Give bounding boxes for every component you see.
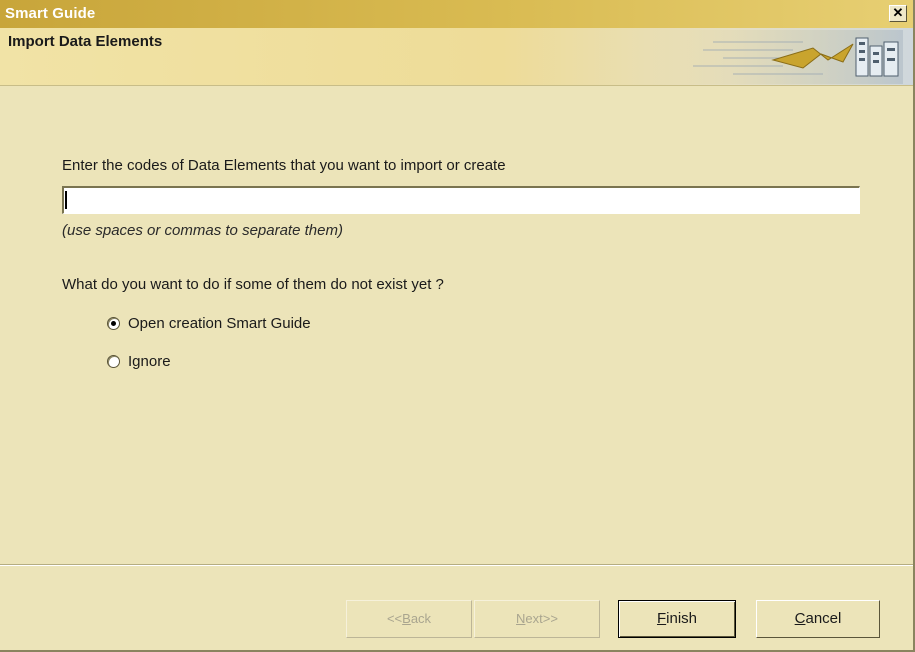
option-ignore-label: Ignore: [128, 353, 171, 370]
smart-guide-window: Smart Guide ✕ Import Data Elements Enter…: [0, 0, 915, 652]
finish-button[interactable]: Finish: [618, 600, 736, 638]
close-button[interactable]: ✕: [889, 5, 907, 22]
radio-open-creation[interactable]: [107, 317, 120, 330]
option-open-creation-label: Open creation Smart Guide: [128, 315, 311, 332]
page-title: Import Data Elements: [8, 33, 163, 50]
codes-hint: (use spaces or commas to separate them): [62, 222, 343, 239]
lightning-circuit-icon: [653, 30, 903, 84]
option-ignore[interactable]: Ignore: [107, 353, 171, 370]
footer-separator: [0, 564, 913, 566]
window-title: Smart Guide: [5, 5, 96, 22]
title-bar[interactable]: Smart Guide ✕: [0, 0, 913, 28]
cancel-button[interactable]: Cancel: [756, 600, 880, 638]
codes-prompt-label: Enter the codes of Data Elements that yo…: [62, 157, 506, 174]
text-caret: [65, 191, 67, 209]
back-button[interactable]: <<Back: [346, 600, 472, 638]
radio-ignore[interactable]: [107, 355, 120, 368]
missing-question-label: What do you want to do if some of them d…: [62, 276, 444, 293]
next-button[interactable]: Next>>: [474, 600, 600, 638]
codes-input[interactable]: [62, 186, 860, 214]
option-open-creation[interactable]: Open creation Smart Guide: [107, 315, 311, 332]
close-icon: ✕: [892, 5, 904, 20]
